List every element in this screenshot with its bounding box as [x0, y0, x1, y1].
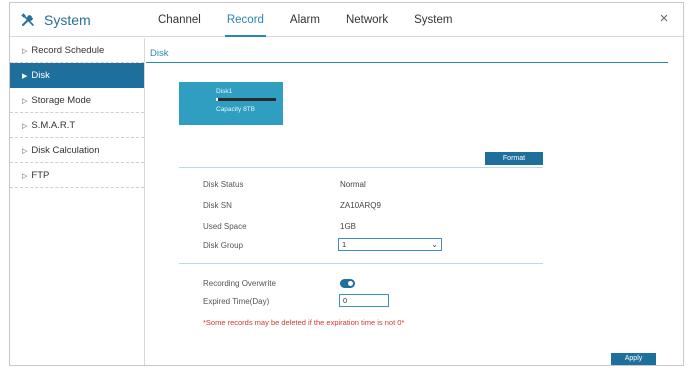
tab-network[interactable]: Network: [346, 3, 388, 37]
apply-button[interactable]: Apply: [611, 353, 656, 365]
used-space-label: Used Space: [203, 222, 247, 231]
recording-overwrite-toggle[interactable]: [340, 279, 355, 288]
toggle-knob: [348, 281, 353, 286]
format-button[interactable]: Format: [485, 152, 543, 165]
sidebar-item-record-schedule[interactable]: ▷ Record Schedule: [10, 38, 144, 63]
tools-icon: [20, 12, 36, 28]
disk-capacity: Capacity 8TB: [216, 106, 256, 113]
top-header: System Channel Record Alarm Network Syst…: [10, 3, 683, 37]
sidebar-item-ftp[interactable]: ▷ FTP: [10, 163, 144, 188]
expiration-warning: *Some records may be deleted if the expi…: [203, 318, 405, 327]
triangle-right-icon: ▷: [22, 123, 28, 130]
divider: [179, 167, 543, 168]
sidebar-item-smart[interactable]: ▷ S.M.A.R.T: [10, 113, 144, 138]
triangle-right-icon: ▷: [22, 48, 28, 55]
tab-system[interactable]: System: [414, 3, 452, 37]
tab-channel[interactable]: Channel: [158, 3, 201, 37]
disk-status-value: Normal: [340, 180, 366, 189]
triangle-right-icon: ▷: [22, 98, 28, 105]
triangle-right-icon: ▷: [22, 173, 28, 180]
sidebar-item-disk[interactable]: ▶ Disk: [10, 63, 144, 88]
sidebar-item-label: S.M.A.R.T: [31, 120, 76, 131]
sidebar-item-label: Storage Mode: [31, 95, 92, 106]
expired-time-input[interactable]: 0: [339, 294, 389, 307]
disk-name: Disk1: [216, 88, 233, 95]
sidebar-item-storage-mode[interactable]: ▷ Storage Mode: [10, 88, 144, 113]
section-title: Disk: [150, 48, 169, 59]
recording-overwrite-label: Recording Overwrite: [203, 279, 276, 288]
sidebar-item-label: Record Schedule: [31, 45, 105, 56]
tab-alarm[interactable]: Alarm: [290, 3, 320, 37]
disk-usage-fill: [216, 98, 219, 101]
section-underline: [146, 62, 668, 63]
sidebar: ▷ Record Schedule ▶ Disk ▷ Storage Mode ▷ S.…: [10, 38, 145, 365]
used-space-value: 1GB: [340, 222, 357, 231]
tab-record[interactable]: Record: [224, 3, 267, 37]
disk-sn-value: ZA10ARQ9: [340, 201, 381, 210]
triangle-right-icon: ▶: [22, 73, 28, 80]
top-nav: Channel Record Alarm Network System: [158, 3, 478, 37]
disk-group-select[interactable]: 1 ⌄: [338, 238, 442, 251]
disk-card[interactable]: Disk1 Capacity 8TB: [179, 82, 283, 125]
main-content: Disk Disk1 Capacity 8TB Format Disk Stat…: [146, 38, 683, 365]
app-title-text: System: [44, 12, 91, 28]
disk-group-value: 1: [342, 240, 347, 249]
disk-group-label: Disk Group: [203, 241, 244, 250]
close-icon[interactable]: ×: [655, 10, 673, 28]
divider: [179, 263, 543, 264]
chevron-down-icon: ⌄: [431, 240, 438, 249]
system-window: System Channel Record Alarm Network Syst…: [9, 2, 684, 366]
sidebar-item-label: FTP: [31, 170, 50, 181]
disk-usage-bar: [216, 98, 276, 101]
sidebar-item-label: Disk Calculation: [31, 145, 100, 156]
triangle-right-icon: ▷: [22, 148, 28, 155]
disk-status-label: Disk Status: [203, 180, 244, 189]
disk-sn-label: Disk SN: [203, 201, 232, 210]
expired-time-label: Expired Time(Day): [203, 297, 270, 306]
sidebar-item-disk-calculation[interactable]: ▷ Disk Calculation: [10, 138, 144, 163]
app-title: System: [20, 3, 91, 37]
sidebar-item-label: Disk: [31, 70, 50, 81]
